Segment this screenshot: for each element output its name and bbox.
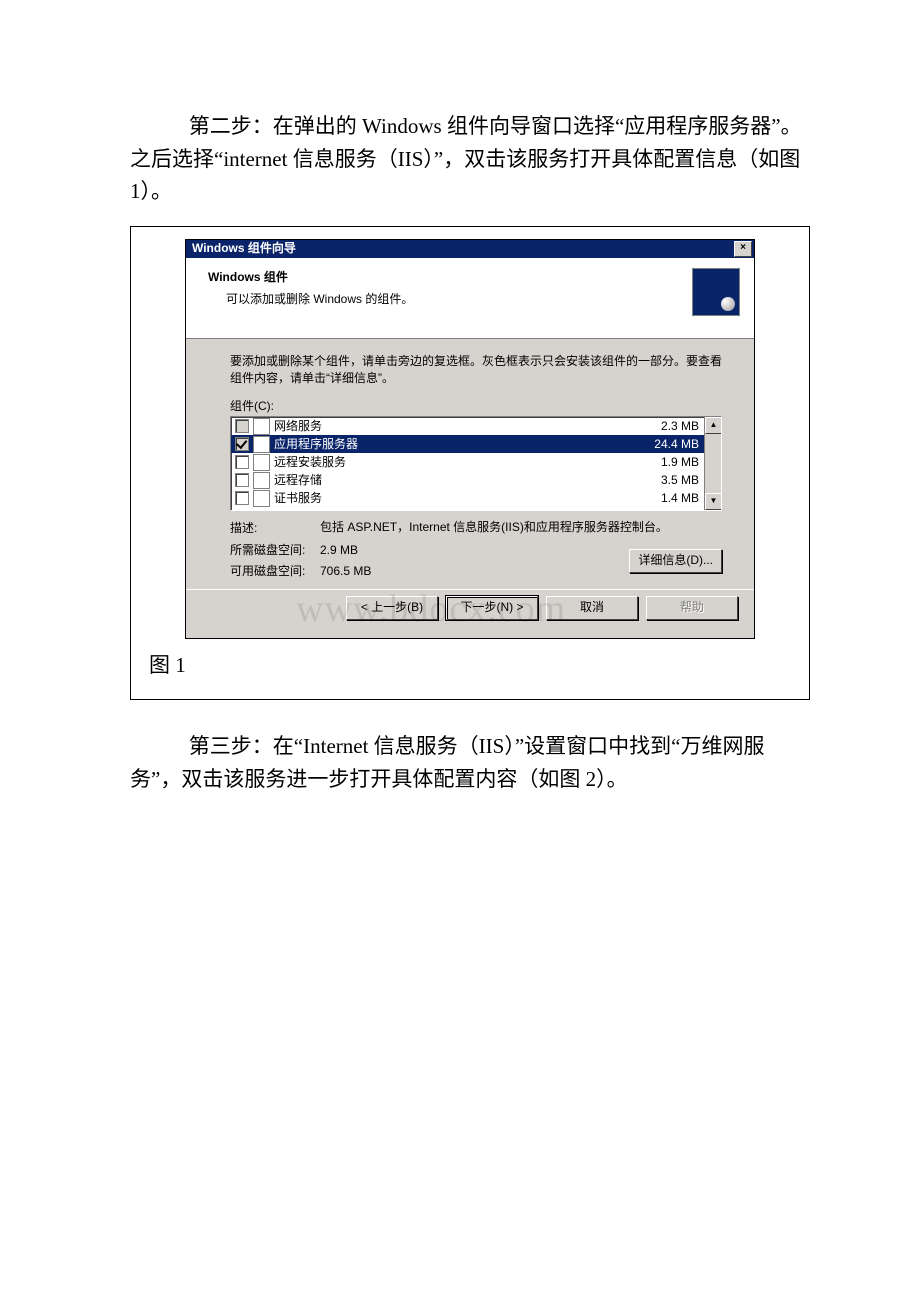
checkbox[interactable] — [235, 473, 249, 487]
list-item[interactable]: 远程存储3.5 MB — [231, 471, 721, 489]
banner-subtitle: 可以添加或删除 Windows 的组件。 — [208, 290, 413, 309]
instructions-text: 要添加或删除某个组件，请单击旁边的复选框。灰色框表示只会安装该组件的一部分。要查… — [230, 353, 722, 388]
cancel-button[interactable]: 取消 — [546, 596, 638, 620]
component-name: 远程安装服务 — [274, 453, 657, 472]
banner-title: Windows 组件 — [208, 268, 413, 287]
component-name: 网络服务 — [274, 417, 657, 436]
component-icon — [253, 436, 270, 453]
figure-1-frame: Windows 组件向导 × Windows 组件 可以添加或删除 Window… — [130, 226, 810, 701]
banner-icon — [692, 268, 740, 316]
list-item[interactable]: 证书服务1.4 MB — [231, 489, 721, 507]
scroll-down-button[interactable]: ▼ — [705, 493, 722, 510]
next-button[interactable]: 下一步(N) > — [446, 596, 538, 620]
wizard-dialog: Windows 组件向导 × Windows 组件 可以添加或删除 Window… — [185, 239, 755, 639]
list-item[interactable]: 应用程序服务器24.4 MB — [231, 435, 721, 453]
dialog-footer: www.bdocx.com < 上一步(B) 下一步(N) > 取消 帮助 — [186, 589, 754, 630]
list-caption: 组件(C): — [230, 397, 722, 416]
list-item[interactable]: 远程安装服务1.9 MB — [231, 453, 721, 471]
description-text: 包括 ASP.NET，Internet 信息服务(IIS)和应用程序服务器控制台… — [320, 519, 722, 536]
required-space-label: 所需磁盘空间: — [230, 541, 314, 560]
checkbox[interactable] — [235, 491, 249, 505]
available-space-label: 可用磁盘空间: — [230, 562, 314, 581]
component-size: 3.5 MB — [661, 471, 703, 490]
component-icon — [253, 490, 270, 507]
component-size: 2.3 MB — [661, 417, 703, 436]
component-icon — [253, 472, 270, 489]
component-icon — [253, 418, 270, 435]
scrollbar[interactable]: ▲ ▼ — [704, 417, 721, 510]
details-button[interactable]: 详细信息(D)... — [629, 549, 722, 573]
chevron-down-icon: ▼ — [710, 496, 718, 505]
component-size: 24.4 MB — [654, 435, 703, 454]
list-item[interactable]: 网络服务2.3 MB — [231, 417, 721, 435]
checkbox[interactable] — [235, 437, 249, 451]
dialog-banner: Windows 组件 可以添加或删除 Windows 的组件。 — [186, 258, 754, 339]
close-icon: × — [740, 242, 746, 253]
paragraph-step2: 第二步：在弹出的 Windows 组件向导窗口选择“应用程序服务器”。之后选择“… — [130, 110, 810, 208]
dialog-title: Windows 组件向导 — [192, 239, 296, 258]
back-button[interactable]: < 上一步(B) — [346, 596, 438, 620]
required-space-value: 2.9 MB — [320, 541, 623, 560]
component-icon — [253, 454, 270, 471]
chevron-up-icon: ▲ — [710, 420, 718, 429]
close-button[interactable]: × — [734, 241, 752, 257]
component-size: 1.9 MB — [661, 453, 703, 472]
component-name: 远程存储 — [274, 471, 657, 490]
component-listbox[interactable]: 网络服务2.3 MB应用程序服务器24.4 MB远程安装服务1.9 MB远程存储… — [230, 416, 722, 511]
available-space-value: 706.5 MB — [320, 562, 623, 581]
component-name: 证书服务 — [274, 489, 657, 508]
description-label: 描述: — [230, 519, 314, 538]
component-name: 应用程序服务器 — [274, 435, 650, 454]
checkbox[interactable] — [235, 419, 249, 433]
figure-caption: 图 1 — [149, 649, 791, 682]
titlebar[interactable]: Windows 组件向导 × — [186, 240, 754, 258]
paragraph-step3: 第三步：在“Internet 信息服务（IIS）”设置窗口中找到“万维网服务”，… — [130, 730, 810, 795]
component-size: 1.4 MB — [661, 489, 703, 508]
scroll-up-button[interactable]: ▲ — [705, 417, 722, 434]
help-button[interactable]: 帮助 — [646, 596, 738, 620]
checkbox[interactable] — [235, 455, 249, 469]
